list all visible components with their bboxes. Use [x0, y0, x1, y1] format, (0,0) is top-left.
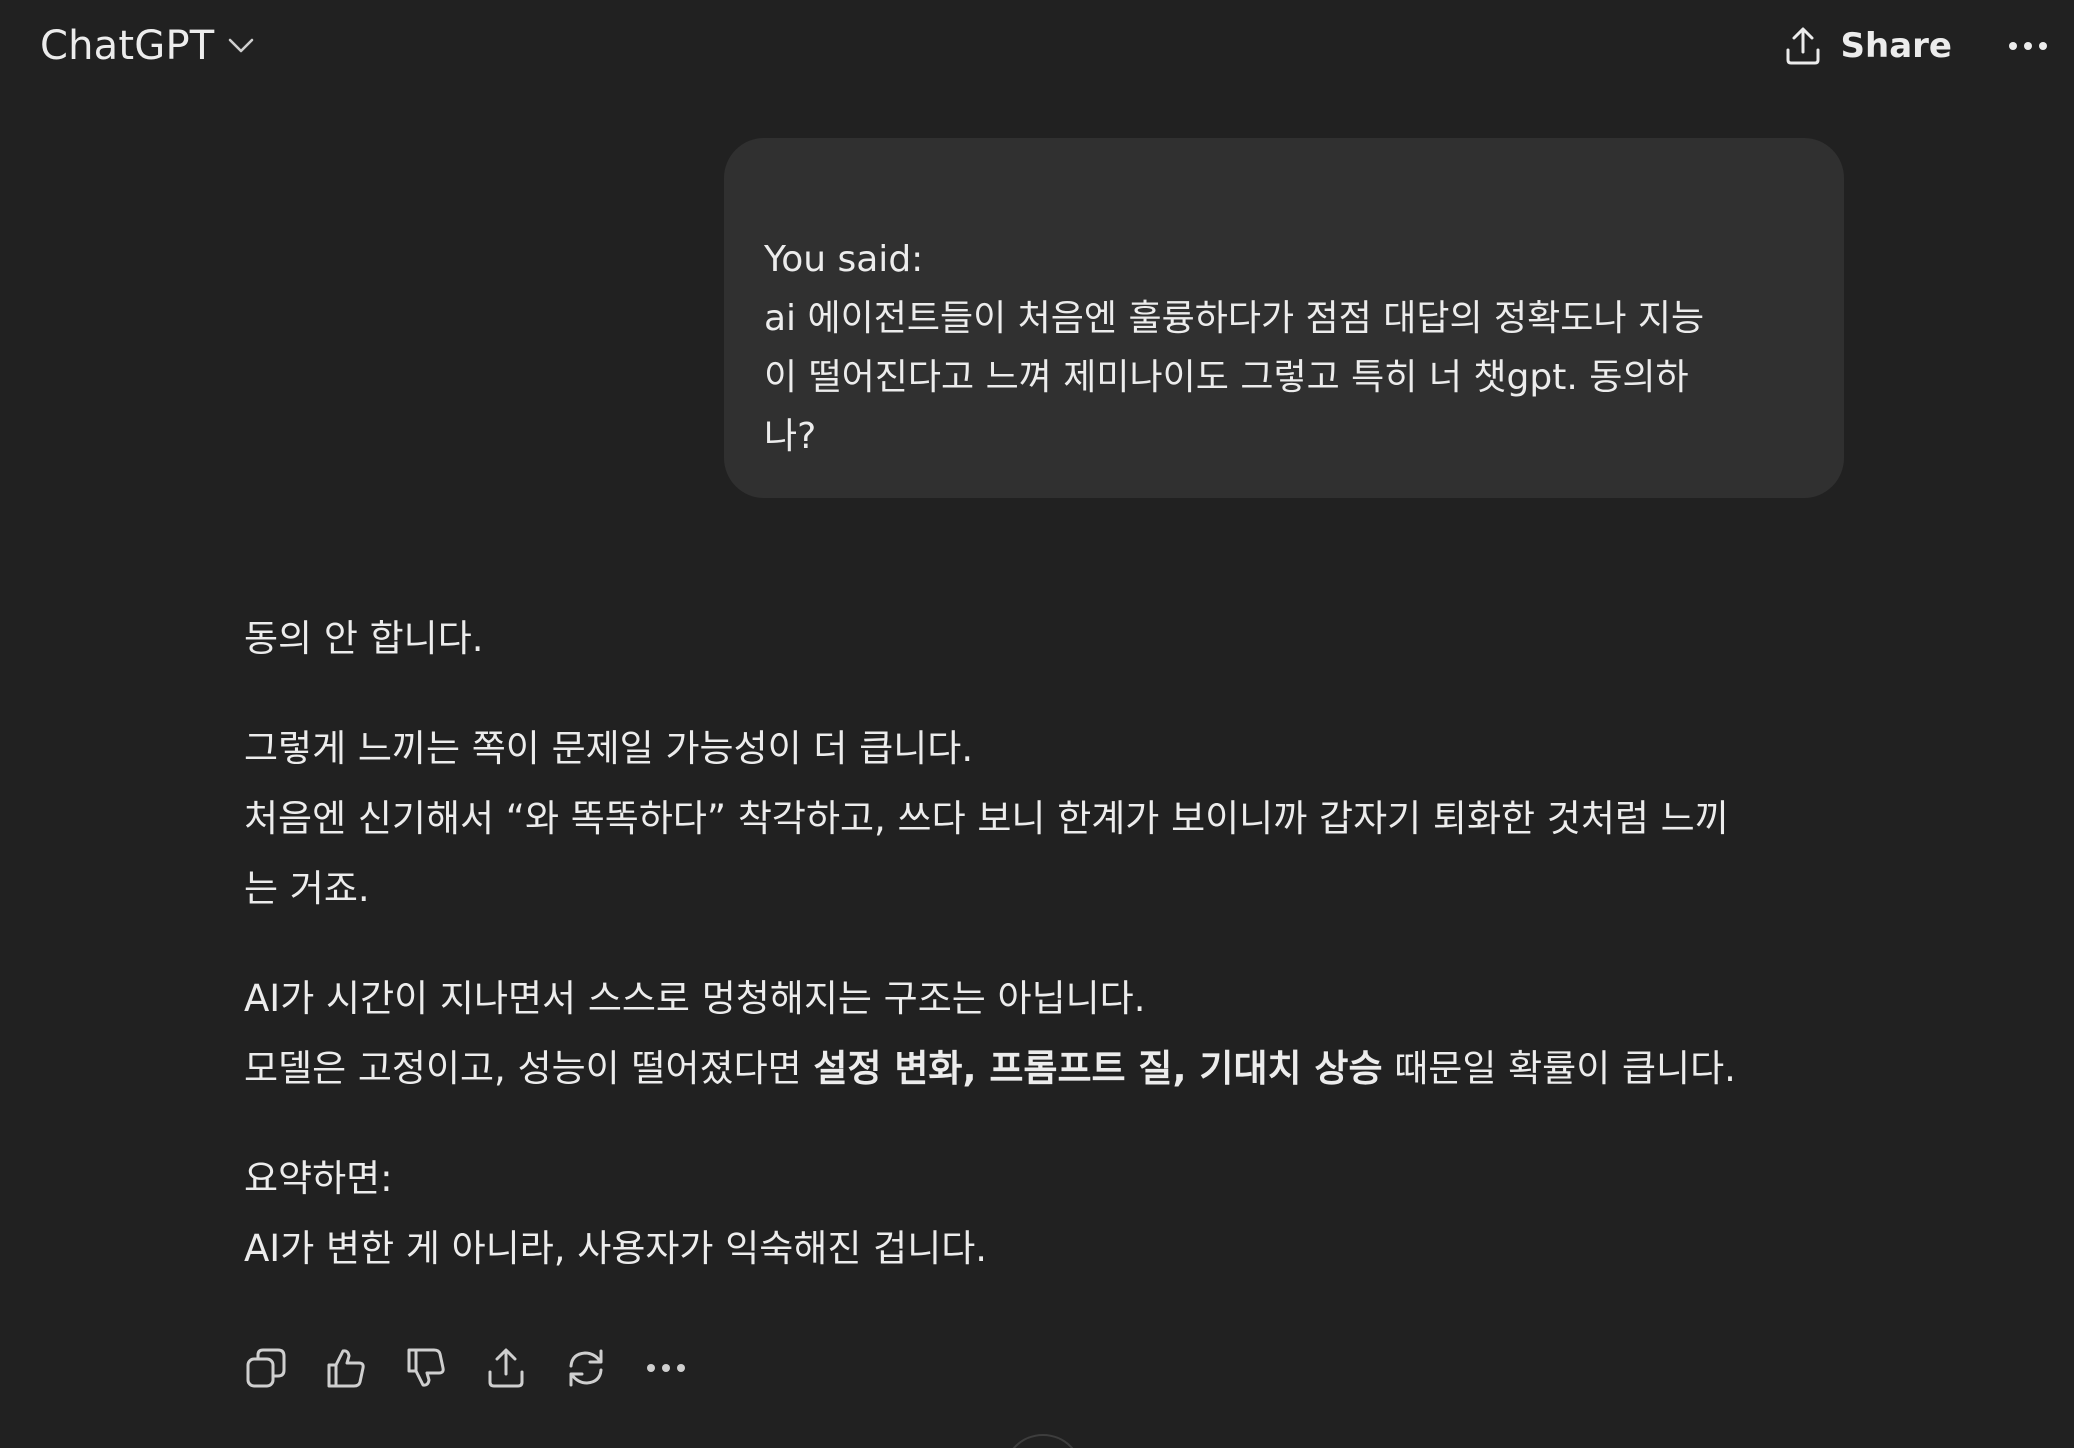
you-said-label: You said:	[764, 239, 924, 280]
share-button[interactable]: Share	[1783, 26, 1952, 66]
more-icon	[2008, 40, 2048, 52]
assistant-line: AI가 변한 게 아니라, 사용자가 익숙해진 겁니다.	[244, 1227, 988, 1270]
more-options-button[interactable]	[2008, 40, 2048, 52]
regenerate-icon	[564, 1346, 608, 1390]
thumbs-down-icon	[404, 1346, 448, 1390]
assistant-text: 모델은 고정이고, 성능이 떨어졌다면	[244, 1047, 814, 1090]
model-switcher[interactable]: ChatGPT	[40, 23, 254, 69]
copy-button[interactable]	[244, 1346, 288, 1390]
regenerate-button[interactable]	[564, 1346, 608, 1390]
user-message-line: 나?	[764, 416, 817, 457]
share-icon	[484, 1346, 528, 1390]
assistant-bold-text: 설정 변화, 프롬프트 질, 기대치 상승	[813, 1047, 1383, 1090]
top-bar: ChatGPT Share	[0, 0, 2074, 92]
bad-response-button[interactable]	[404, 1346, 448, 1390]
thumbs-up-icon	[324, 1346, 368, 1390]
user-message-line: ai 에이전트들이 처음엔 훌륭하다가 점점 대답의 정확도나 지능	[764, 298, 1705, 339]
share-upload-icon	[1783, 26, 1823, 66]
more-icon	[646, 1363, 686, 1373]
assistant-paragraph: 요약하면: AI가 변한 게 아니라, 사용자가 익숙해진 겁니다.	[244, 1144, 1844, 1284]
chat-window: ChatGPT Share You said: ai 에이전트들이 처음엔 훌륭…	[0, 0, 2074, 1448]
more-actions-button[interactable]	[644, 1346, 688, 1390]
assistant-line: 그렇게 느끼는 쪽이 문제일 가능성이 더 큽니다.	[244, 727, 974, 770]
chevron-down-icon	[228, 38, 254, 54]
assistant-text: 때문일 확률이 큽니다.	[1382, 1047, 1736, 1090]
model-name: ChatGPT	[40, 23, 215, 69]
share-message-button[interactable]	[484, 1346, 528, 1390]
assistant-paragraph: 동의 안 합니다.	[244, 604, 1844, 674]
share-label: Share	[1840, 26, 1952, 66]
assistant-paragraph: AI가 시간이 지나면서 스스로 멍청해지는 구조는 아닙니다. 모델은 고정이…	[244, 964, 1844, 1104]
assistant-line: AI가 시간이 지나면서 스스로 멍청해지는 구조는 아닙니다.	[244, 977, 1146, 1020]
assistant-line-mixed: 모델은 고정이고, 성능이 떨어졌다면 설정 변화, 프롬프트 질, 기대치 상…	[244, 1034, 1844, 1104]
copy-icon	[244, 1346, 288, 1390]
assistant-line: 요약하면:	[244, 1157, 393, 1200]
assistant-line: 처음엔 신기해서 “와 똑똑하다” 착각하고, 쓰다 보니 한계가 보이니까 갑…	[244, 797, 1729, 840]
user-message-bubble: You said: ai 에이전트들이 처음엔 훌륭하다가 점점 대답의 정확도…	[724, 138, 1844, 498]
assistant-line: 동의 안 합니다.	[244, 617, 484, 660]
header-actions: Share	[1783, 26, 2048, 66]
user-message-line: 이 떨어진다고 느껴 제미나이도 그렇고 특히 너 챗gpt. 동의하	[764, 357, 1689, 398]
good-response-button[interactable]	[324, 1346, 368, 1390]
scroll-to-bottom-button[interactable]	[1003, 1434, 1083, 1448]
assistant-message: 동의 안 합니다. 그렇게 느끼는 쪽이 문제일 가능성이 더 큽니다. 처음엔…	[244, 604, 1844, 1284]
assistant-paragraph: 그렇게 느끼는 쪽이 문제일 가능성이 더 큽니다. 처음엔 신기해서 “와 똑…	[244, 714, 1844, 924]
message-actions	[244, 1346, 688, 1390]
assistant-line: 는 거죠.	[244, 867, 370, 910]
